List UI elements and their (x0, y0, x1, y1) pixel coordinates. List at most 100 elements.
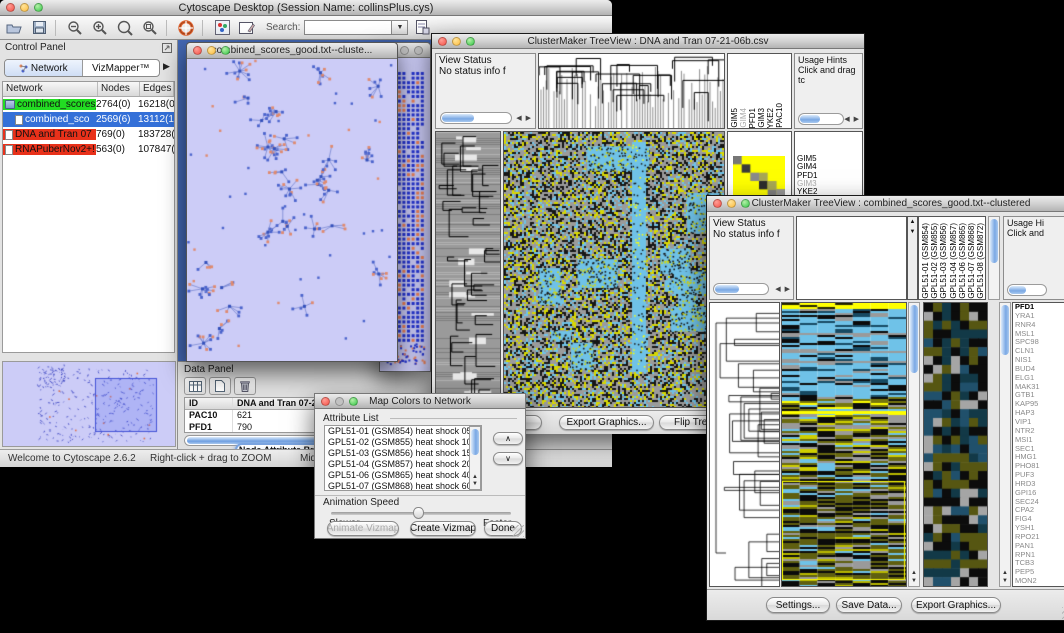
network-row[interactable]: DNA and Tran 07 769(0) 183728(0) (3, 127, 174, 142)
minimize-icon[interactable] (20, 3, 29, 12)
tab-vizmapper[interactable]: VizMapper™ (83, 60, 160, 76)
animation-speed-label: Animation Speed (323, 497, 399, 508)
network-row-icon (5, 130, 13, 140)
network-row[interactable]: combined_sco 2569(6) 13112(15) (3, 112, 174, 127)
vizmapper-button[interactable] (211, 19, 233, 37)
tv1-status-hscrollbar[interactable] (440, 112, 512, 124)
close-icon[interactable] (321, 397, 330, 406)
network-view-window-1[interactable]: combined_scores_good.txt--cluste... (186, 42, 398, 362)
col-nodes[interactable]: Nodes (98, 82, 140, 96)
network-row-icon (15, 115, 23, 125)
tv1-column-dendrogram[interactable] (538, 53, 725, 129)
control-panel-title: Control Panel (5, 42, 66, 53)
save-session-button[interactable] (28, 19, 50, 37)
tv2-status-hscrollbar[interactable] (713, 283, 769, 295)
scroll-arrows-icon[interactable]: ◀ ▶ (844, 115, 860, 123)
network-overview-panel[interactable] (2, 361, 176, 447)
tv2-heatmap-vscrollbar[interactable]: ▲ ▼ (908, 302, 920, 587)
create-vizmap-button[interactable]: Create Vizmap (410, 521, 476, 536)
column-label: GPL51-06 (GSM865) (958, 223, 967, 299)
network-table-header[interactable]: Network Nodes Edges (3, 82, 174, 97)
move-up-button[interactable]: ∧ (493, 432, 523, 445)
tv2-heatmap[interactable] (781, 302, 907, 587)
attribute-list-vscrollbar[interactable]: ▲ ▼ (469, 426, 481, 490)
float-panel-icon[interactable] (162, 43, 172, 53)
tv2-settings-button[interactable]: Settings... (766, 597, 830, 613)
network-row[interactable]: combined_scores_ 2764(0) 16218(0) (3, 97, 174, 112)
close-icon[interactable] (6, 3, 15, 12)
search-input[interactable] (304, 20, 392, 35)
view-status-title: View Status (710, 217, 793, 229)
move-down-button[interactable]: ∨ (493, 452, 523, 465)
col-edges[interactable]: Edges (140, 82, 174, 96)
zoom-fit-button[interactable] (114, 19, 136, 37)
attribute-list-item[interactable]: GPL51-02 (GSM855) heat shock 10 min (328, 437, 481, 448)
minimize-icon[interactable] (452, 37, 461, 46)
slider-thumb[interactable] (413, 507, 424, 519)
tv2-zoom-heatmap[interactable] (923, 302, 988, 587)
help-button[interactable] (175, 19, 197, 37)
scroll-up-icon: ▲ (470, 474, 480, 481)
scroll-arrows-icon[interactable]: ◀ ▶ (516, 114, 532, 122)
tv2-column-dendrogram[interactable] (796, 216, 907, 300)
resize-grip[interactable] (512, 525, 524, 537)
attribute-list: GPL51-01 (GSM854) heat shock 05 minGPL51… (324, 425, 482, 491)
scroll-down-icon: ▼ (1000, 578, 1010, 585)
minimize-icon[interactable] (727, 199, 736, 208)
select-attributes-button[interactable] (184, 377, 206, 395)
tabs-overflow-button[interactable]: ▶ (163, 61, 170, 72)
zoom-window-icon[interactable] (414, 46, 423, 55)
annotation-button[interactable] (236, 19, 258, 37)
zoom-window-icon[interactable] (349, 397, 358, 406)
close-icon[interactable] (438, 37, 447, 46)
tv2-labels-vscrollbar[interactable] (988, 216, 1000, 300)
delete-attribute-button[interactable] (234, 377, 256, 395)
zoom-window-icon[interactable] (221, 46, 230, 55)
zoom-selected-button[interactable] (139, 19, 161, 37)
open-session-button[interactable] (3, 19, 25, 37)
tv2-save-data-button[interactable]: Save Data... (836, 597, 902, 613)
treeview1-title: ClusterMaker TreeView : DNA and Tran 07-… (432, 36, 864, 47)
attr-col-id[interactable]: ID (185, 398, 233, 409)
tv2-row-dendrogram[interactable] (709, 302, 780, 587)
zoom-out-button[interactable] (64, 19, 86, 37)
tv1-hints-hscrollbar[interactable] (798, 113, 844, 125)
create-attribute-button[interactable] (209, 377, 231, 395)
attribute-list-item[interactable]: GPL51-07 (GSM868) heat shock 60 min (328, 481, 481, 491)
search-dropdown-arrow[interactable]: ▼ (392, 20, 408, 35)
attribute-list-item[interactable]: GPL51-04 (GSM857) heat shock 20 min (328, 459, 481, 470)
zoom-window-icon[interactable] (741, 199, 750, 208)
col-network[interactable]: Network (3, 82, 98, 96)
window-controls[interactable] (6, 3, 43, 12)
zoom-window-icon[interactable] (466, 37, 475, 46)
minimize-icon[interactable] (207, 46, 216, 55)
desktop: Cytoscape Desktop (Session Name: collins… (0, 0, 1064, 633)
minimize-icon[interactable] (400, 46, 409, 55)
zoom-fit-icon (117, 20, 134, 36)
tv2-export-graphics-button[interactable]: Export Graphics... (911, 597, 1001, 613)
minimize-icon[interactable] (335, 397, 344, 406)
tv1-heatmap[interactable] (503, 131, 725, 408)
animate-vizmap-button[interactable]: Animate Vizmap (327, 521, 399, 536)
zoom-window-icon[interactable] (34, 3, 43, 12)
tv2-mini-scroll[interactable]: ▲ ▼ (907, 216, 918, 300)
attribute-list-item[interactable]: GPL51-06 (GSM865) heat shock 40 min (328, 470, 481, 481)
scroll-down-icon: ▼ (908, 229, 917, 235)
column-label: GPL51-04 (GSM857) (949, 223, 958, 299)
network-view-canvas-1[interactable] (187, 59, 397, 361)
tv2-hints-hscrollbar[interactable] (1007, 284, 1047, 296)
scroll-arrows-icon[interactable]: ◀ ▶ (775, 285, 791, 293)
network-overview-canvas[interactable] (3, 362, 175, 446)
tv2-genes-vscrollbar[interactable]: ▲ ▼ (999, 302, 1011, 587)
tab-network[interactable]: Network (5, 60, 83, 76)
tv1-row-dendrogram[interactable] (435, 131, 501, 408)
attribute-list-item[interactable]: GPL51-01 (GSM854) heat shock 05 min (328, 426, 481, 437)
network-row[interactable]: RNAPuberNov2+! 563(0) 107847(0) (3, 142, 174, 157)
tv2-view-status-panel: View Status No status info f ◀ ▶ (709, 216, 794, 300)
tv1-export-graphics-button[interactable]: Export Graphics... (559, 415, 654, 430)
close-icon[interactable] (713, 199, 722, 208)
close-icon[interactable] (193, 46, 202, 55)
main-title-bar[interactable]: Cytoscape Desktop (Session Name: collins… (0, 0, 612, 16)
zoom-in-button[interactable] (89, 19, 111, 37)
attribute-list-item[interactable]: GPL51-03 (GSM856) heat shock 15 min (328, 448, 481, 459)
